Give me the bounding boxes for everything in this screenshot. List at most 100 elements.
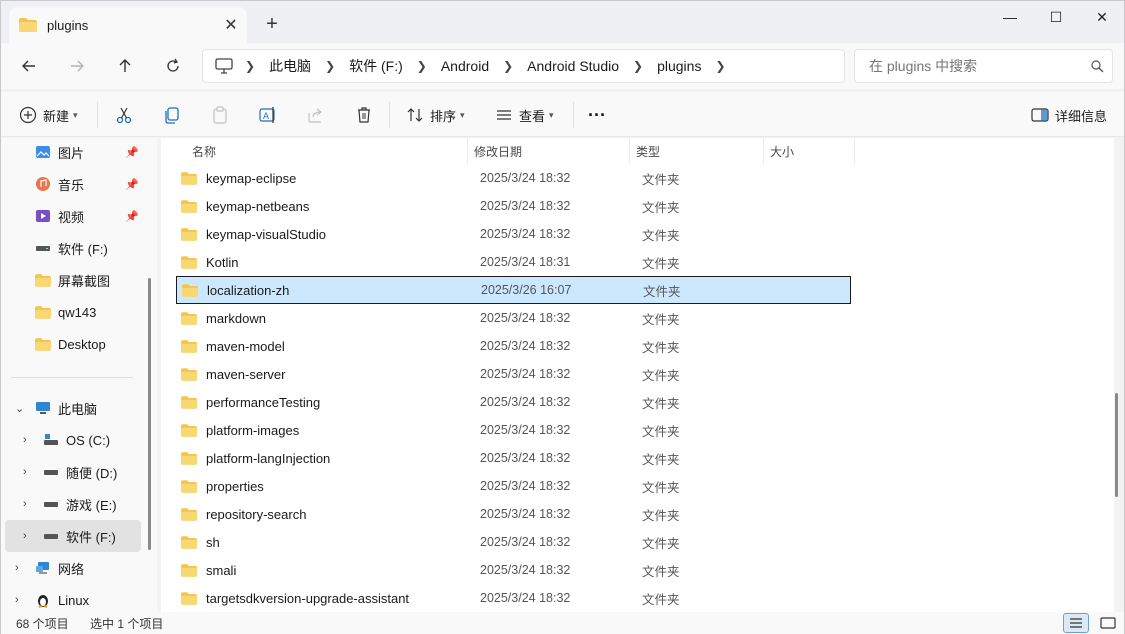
- sidebar-item-drive-c[interactable]: › OS (C:): [1, 424, 141, 456]
- network-icon: [35, 560, 51, 576]
- sidebar-item-videos[interactable]: 视频 📌: [1, 200, 141, 232]
- sort-button[interactable]: 排序 ▾: [406, 101, 465, 129]
- file-row[interactable]: keymap-visualStudio 2025/3/24 18:32 文件夹: [176, 220, 851, 248]
- column-header-size[interactable]: 大小: [764, 138, 855, 164]
- back-button[interactable]: [14, 52, 44, 80]
- file-row[interactable]: keymap-netbeans 2025/3/24 18:32 文件夹: [176, 192, 851, 220]
- chevron-right-icon[interactable]: ›: [23, 466, 27, 478]
- file-list-scrollbar[interactable]: [1115, 393, 1118, 497]
- sidebar-item-pictures[interactable]: 图片 📌: [1, 138, 141, 168]
- file-row[interactable]: targetsdkversion-upgrade-assistant 2025/3…: [176, 584, 851, 612]
- share-button[interactable]: [306, 101, 326, 129]
- chevron-right-icon[interactable]: ›: [23, 434, 27, 446]
- file-row[interactable]: platform-images 2025/3/24 18:32 文件夹: [176, 416, 851, 444]
- delete-button[interactable]: [354, 101, 374, 129]
- breadcrumb-android[interactable]: Android: [441, 58, 489, 74]
- file-name: properties: [206, 478, 264, 494]
- computer-icon: [35, 400, 51, 416]
- chevron-right-icon[interactable]: ›: [15, 594, 19, 606]
- column-header-date[interactable]: 修改日期: [468, 138, 630, 164]
- copy-button[interactable]: [162, 101, 182, 129]
- refresh-button[interactable]: [158, 52, 188, 80]
- file-row[interactable]: maven-model 2025/3/24 18:32 文件夹: [176, 332, 851, 360]
- chevron-down-icon: ▾: [460, 109, 465, 120]
- pin-icon[interactable]: 📌: [125, 178, 139, 191]
- chevron-right-icon[interactable]: ›: [23, 530, 27, 542]
- details-label: 详细信息: [1055, 108, 1108, 124]
- file-date: 2025/3/24 18:32: [480, 451, 571, 465]
- folder-icon: [181, 563, 197, 577]
- folder-icon: [181, 339, 197, 353]
- file-row[interactable]: markdown 2025/3/24 18:32 文件夹: [176, 304, 851, 332]
- file-row[interactable]: platform-langInjection 2025/3/24 18:32 文件夹: [176, 444, 851, 472]
- chevron-down-icon[interactable]: ⌄: [15, 402, 24, 415]
- new-button[interactable]: 新建 ▾: [19, 101, 78, 129]
- pin-icon[interactable]: 📌: [125, 210, 139, 223]
- column-header-name[interactable]: 名称: [186, 138, 468, 164]
- sidebar-scrollbar[interactable]: [148, 278, 151, 550]
- sidebar-item-drive-d[interactable]: › 随便 (D:): [1, 456, 141, 488]
- pin-icon[interactable]: 📌: [125, 146, 139, 159]
- chevron-right-icon[interactable]: ❯: [633, 59, 643, 73]
- file-date: 2025/3/24 18:32: [480, 199, 571, 213]
- file-date: 2025/3/24 18:32: [480, 395, 571, 409]
- file-row[interactable]: performanceTesting 2025/3/24 18:32 文件夹: [176, 388, 851, 416]
- chevron-right-icon[interactable]: ›: [23, 498, 27, 510]
- more-options-button[interactable]: ···: [588, 101, 606, 129]
- rename-button[interactable]: A: [258, 101, 278, 129]
- sidebar-item-linux[interactable]: › Linux: [1, 584, 141, 612]
- chevron-right-icon[interactable]: ❯: [715, 59, 725, 73]
- search-input[interactable]: [869, 58, 1082, 74]
- new-tab-button[interactable]: +: [259, 11, 285, 37]
- up-button[interactable]: [110, 52, 140, 80]
- search-box[interactable]: [854, 49, 1113, 83]
- paste-button[interactable]: [210, 101, 230, 129]
- tab-plugins[interactable]: plugins ✕: [9, 7, 247, 43]
- cut-button[interactable]: [114, 101, 134, 129]
- sidebar-item-drive-e[interactable]: › 游戏 (E:): [1, 488, 141, 520]
- close-window-button[interactable]: ✕: [1079, 1, 1125, 33]
- file-row[interactable]: sh 2025/3/24 18:32 文件夹: [176, 528, 851, 556]
- sidebar-item-network[interactable]: › 网络: [1, 552, 141, 584]
- details-pane-button[interactable]: 详细信息: [1031, 101, 1107, 129]
- sidebar-item-qw143[interactable]: qw143: [1, 296, 141, 328]
- sidebar-item-this-pc[interactable]: ⌄ 此电脑: [1, 392, 141, 424]
- forward-button[interactable]: [62, 52, 92, 80]
- chevron-right-icon[interactable]: ❯: [245, 59, 255, 73]
- sidebar-item-desktop[interactable]: Desktop: [1, 328, 141, 360]
- file-type: 文件夹: [642, 452, 680, 467]
- tiles-view-button[interactable]: [1095, 613, 1121, 633]
- sidebar-item-drive-f[interactable]: 软件 (F:): [1, 232, 141, 264]
- file-row[interactable]: properties 2025/3/24 18:32 文件夹: [176, 472, 851, 500]
- chevron-right-icon[interactable]: ❯: [417, 59, 427, 73]
- column-header-type[interactable]: 类型: [630, 138, 764, 164]
- file-row[interactable]: repository-search 2025/3/24 18:32 文件夹: [176, 500, 851, 528]
- close-tab-icon[interactable]: ✕: [219, 13, 243, 37]
- chevron-right-icon[interactable]: ❯: [325, 59, 335, 73]
- search-icon[interactable]: [1082, 59, 1112, 73]
- chevron-right-icon[interactable]: ❯: [503, 59, 513, 73]
- breadcrumb-drive-f[interactable]: 软件 (F:): [349, 56, 403, 76]
- file-name: maven-server: [206, 366, 286, 382]
- minimize-button[interactable]: —: [987, 1, 1033, 33]
- file-type: 文件夹: [642, 368, 680, 383]
- maximize-button[interactable]: ☐: [1033, 1, 1079, 33]
- sidebar-item-music[interactable]: 音乐 📌: [1, 168, 141, 200]
- breadcrumb-plugins[interactable]: plugins: [657, 58, 701, 74]
- sidebar-item-drive-f-selected[interactable]: › 软件 (F:): [5, 520, 141, 552]
- sort-icon: [407, 108, 423, 122]
- view-button[interactable]: 查看 ▾: [495, 101, 554, 129]
- file-row[interactable]: maven-server 2025/3/24 18:32 文件夹: [176, 360, 851, 388]
- file-row[interactable]: keymap-eclipse 2025/3/24 18:32 文件夹: [176, 164, 851, 192]
- new-label: 新建: [43, 108, 70, 124]
- breadcrumb-android-studio[interactable]: Android Studio: [527, 58, 619, 74]
- breadcrumb-this-pc[interactable]: 此电脑: [269, 56, 311, 76]
- file-row-selected[interactable]: localization-zh 2025/3/26 16:07 文件夹: [176, 276, 851, 304]
- file-row[interactable]: smali 2025/3/24 18:32 文件夹: [176, 556, 851, 584]
- chevron-right-icon[interactable]: ›: [15, 562, 19, 574]
- sidebar-item-screenshots[interactable]: 屏幕截图: [1, 264, 141, 296]
- file-row[interactable]: Kotlin 2025/3/24 18:31 文件夹: [176, 248, 851, 276]
- chevron-down-icon: ▾: [549, 109, 554, 120]
- details-view-button[interactable]: [1063, 613, 1089, 633]
- address-bar[interactable]: ❯ 此电脑 ❯ 软件 (F:) ❯ Android ❯ Android Stud…: [202, 49, 845, 83]
